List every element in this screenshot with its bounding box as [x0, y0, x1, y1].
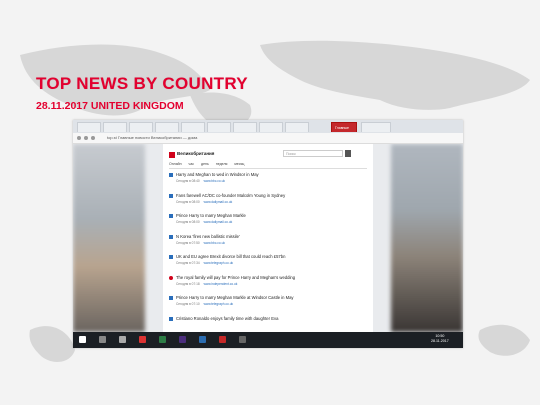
forward-icon[interactable] [84, 136, 88, 140]
browser-tab[interactable] [181, 122, 205, 132]
windows-taskbar: 10:50 28.11.2017 [73, 332, 463, 348]
browser-tab[interactable] [259, 122, 283, 132]
news-meta: Сегодня в 08:40 www.bbc.co.uk [176, 179, 225, 183]
news-title[interactable]: Harry and Meghan to wed in Windsor in Ma… [176, 172, 259, 177]
news-icon [169, 234, 173, 239]
time-filters: Онлайн час день неделя месяц [169, 162, 250, 166]
search-icon[interactable] [99, 336, 106, 343]
chat-icon[interactable] [159, 336, 166, 343]
browser-tab[interactable] [77, 122, 101, 132]
filter-day[interactable]: день [201, 162, 209, 166]
search-button[interactable] [345, 150, 351, 157]
news-icon [169, 255, 173, 259]
taskview-icon[interactable] [119, 336, 126, 343]
news-icon [169, 214, 173, 218]
blurred-background-right [391, 144, 463, 332]
news-item[interactable]: The royal family will pay for Prince Har… [169, 275, 367, 296]
clock[interactable]: 10:50 28.11.2017 [431, 334, 449, 344]
address-text[interactable]: top.st Главные новости Великобритании — … [107, 135, 197, 140]
news-item[interactable]: Fans farewell AC/DC co-founder Malcolm Y… [169, 193, 367, 214]
news-source[interactable]: www.dailymail.co.uk [204, 220, 233, 224]
browser-tab[interactable] [129, 122, 153, 132]
news-source[interactable]: www.dailymail.co.uk [204, 200, 233, 204]
browser-tab[interactable] [207, 122, 231, 132]
news-source[interactable]: www.telegraph.co.uk [204, 302, 233, 306]
news-icon [169, 316, 173, 321]
browser-tab[interactable] [103, 122, 127, 132]
reload-icon[interactable] [91, 136, 95, 140]
browser-tab[interactable] [285, 122, 309, 132]
news-title[interactable]: Prince Harry to marry Meghan Markle [176, 213, 246, 218]
red-news-icon [169, 275, 173, 280]
web-page: Великобритания Поиск Онлайн час день нед… [73, 144, 463, 332]
address-bar[interactable]: top.st Главные новости Великобритании — … [73, 133, 463, 144]
browser-tab[interactable] [155, 122, 179, 132]
windows-start-icon[interactable] [79, 336, 86, 343]
news-source[interactable]: www.telegraph.co.uk [204, 261, 233, 265]
news-item[interactable]: UK and EU agree Brexit divorce bill that… [169, 254, 367, 275]
news-panel: Великобритания Поиск Онлайн час день нед… [163, 144, 373, 332]
logo-icon [169, 152, 175, 158]
date: 28.11.2017 [431, 339, 449, 343]
news-meta: Сегодня в 07:50 www.bbc.co.uk [176, 240, 225, 245]
app-icon[interactable] [239, 336, 246, 343]
news-list: Harry and Meghan to wed in Windsor in Ma… [169, 172, 367, 332]
filter-month[interactable]: месяц [234, 162, 244, 166]
news-meta: Сегодня в 07:18 www.independent.co.uk [176, 281, 238, 286]
time: 10:50 [435, 334, 445, 338]
news-title[interactable]: UK and EU agree Brexit divorce bill that… [176, 254, 285, 259]
browser-tab[interactable] [361, 122, 391, 132]
filter-week[interactable]: неделя [216, 162, 228, 166]
browser-screenshot: Главные top.st Главные новости Великобри… [73, 120, 463, 348]
news-title[interactable]: Prince Harry to marry Meghan Markle at W… [176, 295, 294, 300]
browser-tab[interactable] [233, 122, 257, 132]
filter-hour[interactable]: час [189, 162, 195, 166]
news-source[interactable]: www.bbc.co.uk [204, 241, 225, 245]
opera-icon[interactable] [139, 336, 146, 343]
news-icon [169, 296, 173, 300]
news-item[interactable]: Harry and Meghan to wed in Windsor in Ma… [169, 172, 367, 193]
word-icon[interactable] [199, 336, 206, 343]
news-title[interactable]: The royal family will pay for Prince Har… [176, 275, 295, 280]
news-item[interactable]: Cristiano Ronaldo enjoys family time wit… [169, 316, 367, 333]
news-icon [169, 173, 173, 177]
news-meta: Сегодня в 07:10 www.telegraph.co.uk [176, 302, 234, 306]
search-input[interactable]: Поиск [283, 150, 343, 157]
slide-title: TOP NEWS BY COUNTRY [36, 74, 248, 93]
news-source[interactable]: www.bbc.co.uk [204, 179, 225, 183]
blurred-background-left [73, 144, 145, 332]
news-item[interactable]: Prince Harry to marry Meghan Markle Сего… [169, 213, 367, 234]
news-item[interactable]: N Korea 'fires new ballistic missile' Се… [169, 234, 367, 255]
site-logo[interactable]: Великобритания [177, 151, 214, 156]
news-source[interactable]: www.independent.co.uk [204, 282, 238, 286]
divider [169, 168, 367, 169]
news-item[interactable]: Prince Harry to marry Meghan Markle at W… [169, 295, 367, 316]
browser-icon[interactable] [219, 336, 226, 343]
slide-subtitle: 28.11.2017 UNITED KINGDOM [36, 100, 184, 112]
news-meta: Сегодня в 08:00 www.dailymail.co.uk [176, 220, 233, 224]
news-title[interactable]: N Korea 'fires new ballistic missile' [176, 234, 240, 239]
filter-online[interactable]: Онлайн [169, 162, 182, 166]
media-icon[interactable] [179, 336, 186, 343]
news-title[interactable]: Fans farewell AC/DC co-founder Malcolm Y… [176, 193, 285, 198]
news-title[interactable]: Cristiano Ronaldo enjoys family time wit… [176, 316, 278, 321]
back-icon[interactable] [77, 136, 81, 140]
browser-tab-bar: Главные [73, 120, 463, 134]
browser-tab-active[interactable]: Главные [331, 122, 357, 132]
news-icon [169, 193, 173, 198]
news-meta: Сегодня в 08:00 www.dailymail.co.uk [176, 199, 233, 204]
news-meta: Сегодня в 07:34 www.telegraph.co.uk [176, 261, 234, 265]
